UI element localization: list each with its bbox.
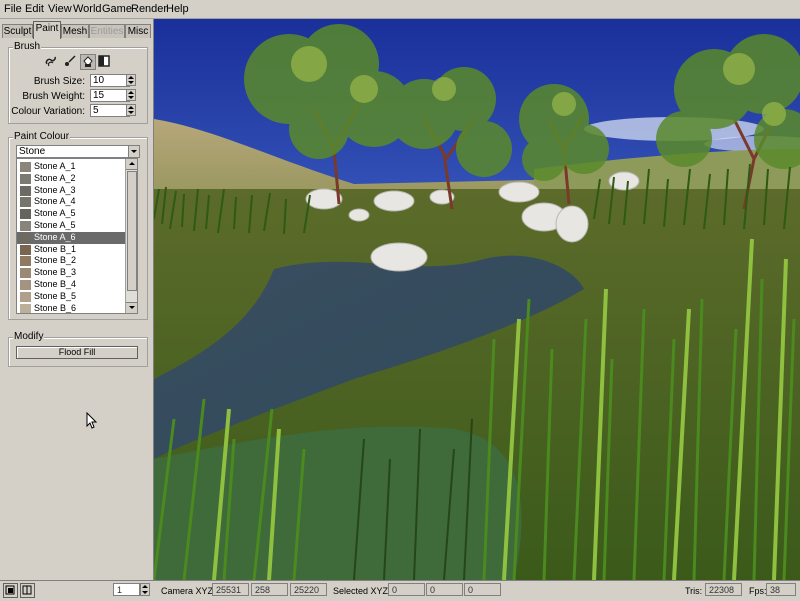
colour-item-label: Stone A_1 (34, 161, 76, 171)
colour-item-label: Stone A_3 (34, 184, 76, 195)
colour-list-item[interactable]: Stone A_3 (17, 185, 125, 197)
menu-edit[interactable]: Edit (25, 3, 44, 15)
colour-list-item[interactable]: Stone A_1 (17, 161, 125, 173)
colour-list-item[interactable]: Stone B_4 (17, 279, 125, 291)
terrain-scene[interactable] (154, 19, 800, 580)
colour-swatch (20, 280, 31, 290)
colour-item-label: Stone B_3 (34, 267, 77, 278)
camera-xyz-label: Camera XYZ: (161, 586, 216, 596)
camera-z-field: 25220 (290, 583, 327, 596)
colour-list-item[interactable]: Stone A_2 (17, 173, 125, 185)
tab-entities: Entities (89, 24, 125, 38)
colour-item-label: Stone A_2 (34, 172, 76, 183)
menu-file[interactable]: File (4, 3, 22, 15)
layout-split-icon[interactable] (20, 583, 35, 598)
colour-list-item[interactable]: Stone B_6 (17, 302, 125, 313)
fps-label: Fps: (749, 586, 767, 596)
colour-item-label: Stone B_1 (34, 243, 77, 254)
colour-variation-spinner[interactable] (126, 104, 136, 116)
selected-xyz-label: Selected XYZ: (333, 586, 391, 596)
colour-item-label: Stone A_6 (34, 231, 76, 242)
colour-swatch (20, 303, 31, 313)
colour-list-item[interactable]: Stone A_5 (17, 208, 125, 220)
colour-list-item[interactable]: Stone B_2 (17, 255, 125, 267)
colour-swatch (20, 185, 31, 196)
selected-z-field: 0 (464, 583, 501, 596)
colour-swatch (20, 232, 31, 243)
colour-swatch (20, 256, 31, 267)
tris-label: Tris: (685, 586, 703, 596)
camera-x-field: 25531 (212, 583, 249, 596)
scroll-up-icon[interactable] (126, 159, 137, 170)
colour-list-item[interactable]: Stone A_5 (17, 220, 125, 232)
brush-weight-label: Brush Weight: (22, 91, 85, 102)
colour-item-label: Stone B_2 (34, 255, 77, 266)
scroll-down-icon[interactable] (126, 302, 137, 313)
menu-render[interactable]: Render (131, 3, 167, 15)
chevron-down-icon[interactable] (128, 146, 139, 157)
brush-size-label: Brush Size: (33, 76, 85, 87)
paint-colour-title: Paint Colour (13, 131, 71, 142)
menu-help[interactable]: Help (166, 3, 189, 15)
flood-fill-button[interactable]: Flood Fill (16, 346, 138, 359)
colour-item-label: Stone A_5 (34, 220, 76, 230)
brush-group-title: Brush (13, 41, 42, 52)
colour-category-value: Stone (19, 146, 46, 157)
tab-paint[interactable]: Paint (33, 21, 61, 39)
menu-bar: File Edit View World Game Render Help (0, 0, 800, 19)
colour-swatch (20, 244, 31, 255)
colour-swatch (20, 162, 31, 172)
colour-list-scrollbar[interactable] (125, 159, 137, 313)
colour-list-item[interactable]: Stone A_4 (17, 196, 125, 208)
tab-misc[interactable]: Misc (125, 24, 151, 38)
colour-item-label: Stone B_5 (34, 290, 77, 301)
colour-category-select[interactable]: Stone (16, 145, 140, 158)
brush-weight-input[interactable]: 15 (90, 89, 130, 102)
fps-field: 38 (766, 583, 796, 596)
colour-variation-input[interactable]: 5 (90, 104, 130, 117)
menu-view[interactable]: View (48, 3, 72, 15)
smudge-icon[interactable] (44, 54, 58, 68)
frame-input[interactable]: 1 (113, 583, 140, 596)
colour-item-label: Stone B_6 (34, 302, 77, 313)
brush-weight-spinner[interactable] (126, 89, 136, 101)
colour-variation-label: Colour Variation: (11, 106, 85, 117)
fill-bucket-icon[interactable] (80, 54, 96, 70)
colour-list-item[interactable]: Stone B_1 (17, 244, 125, 256)
tris-field: 22308 (705, 583, 742, 596)
colour-swatch (20, 209, 31, 220)
paint-brush-icon[interactable] (63, 54, 77, 68)
colour-list-item[interactable]: Stone B_3 (17, 267, 125, 279)
tab-mesh[interactable]: Mesh (61, 24, 89, 38)
colour-item-label: Stone A_5 (34, 208, 76, 219)
camera-y-field: 258 (251, 583, 288, 596)
colour-item-label: Stone B_4 (34, 279, 77, 289)
selected-x-field: 0 (388, 583, 425, 596)
brush-size-spinner[interactable] (126, 74, 136, 86)
scroll-thumb[interactable] (127, 171, 137, 291)
colour-swatch (20, 197, 31, 208)
colour-swatch (20, 173, 31, 184)
colour-list-item[interactable]: Stone B_5 (17, 291, 125, 303)
modify-title: Modify (13, 331, 45, 342)
colour-swatch (20, 268, 31, 279)
square-icon[interactable] (97, 54, 111, 68)
colour-list-item[interactable]: Stone A_6 (17, 231, 125, 244)
menu-world[interactable]: World (73, 3, 102, 15)
menu-game[interactable]: Game (102, 3, 132, 15)
colour-swatch (20, 291, 31, 302)
3d-viewport[interactable] (154, 19, 800, 580)
colour-list[interactable]: Stone A_1 Stone A_2 Stone A_3 Stone A_4 Ston… (16, 158, 138, 314)
colour-swatch (20, 221, 31, 231)
cursor-icon (86, 412, 98, 429)
colour-item-label: Stone A_4 (34, 196, 76, 207)
brush-size-input[interactable]: 10 (90, 74, 130, 87)
layout-single-icon[interactable] (3, 583, 18, 598)
frame-spinner[interactable] (140, 583, 150, 596)
selected-y-field: 0 (426, 583, 463, 596)
tab-sculpt[interactable]: Sculpt (2, 24, 33, 38)
